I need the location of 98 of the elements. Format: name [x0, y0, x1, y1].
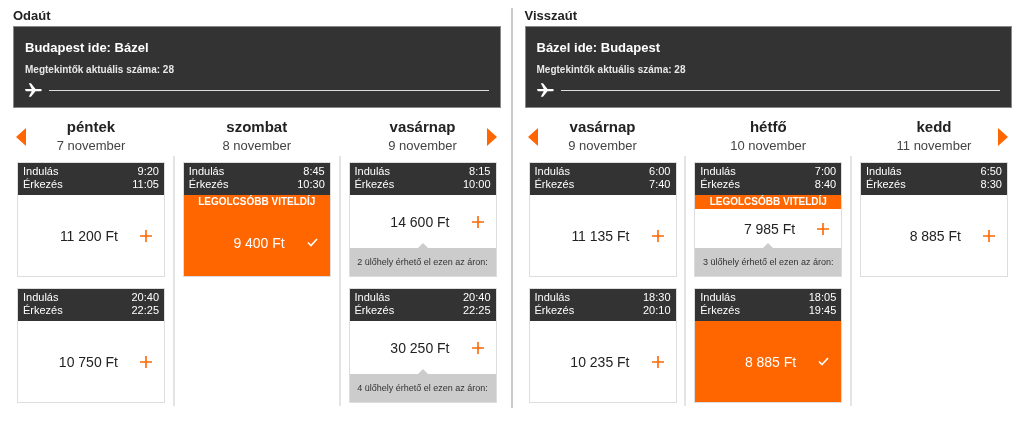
arrival-label: Érkezés [188, 178, 229, 191]
date-label: 7 november [56, 138, 126, 155]
flight-card[interactable]: Indulás 7:00 Érkezés 8:40 LEGOLCSÓBB VITELDÍJ 7 985 Ft 3 ülőhely érhető el ezen az áron: [694, 162, 843, 277]
section-title: Odaút [13, 7, 52, 25]
plus-icon[interactable] [471, 341, 484, 354]
arrival-label: Érkezés [23, 178, 63, 191]
flight-card[interactable]: Indulás 6:00 Érkezés 7:40 11 135 Ft [528, 162, 677, 277]
departure-time: 18:05 [808, 291, 837, 304]
departure-label: Indulás [354, 165, 390, 178]
flight-card[interactable]: Indulás 18:05 Érkezés 19:45 8 885 Ft [694, 288, 843, 403]
arrival-label: Érkezés [534, 178, 575, 191]
route-title: Budapest ide: Bázel [25, 40, 150, 55]
arrival-time: 22:25 [131, 304, 159, 317]
viewer-count: Megtekintők aktuális száma: 28 [25, 64, 175, 75]
departure-time: 7:00 [814, 165, 837, 178]
viewer-count: Megtekintők aktuális száma: 28 [536, 64, 687, 75]
day-name: péntek [66, 118, 116, 137]
day-name: kedd [916, 118, 952, 137]
departure-label: Indulás [700, 291, 736, 304]
arrival-label: Érkezés [534, 304, 575, 317]
fare-price: 10 750 Ft [58, 353, 118, 370]
departure-label: Indulás [23, 165, 59, 178]
arrival-label: Érkezés [354, 304, 395, 317]
fare-price: 7 985 Ft [743, 220, 796, 237]
arrival-time: 8:30 [980, 178, 1002, 191]
arrival-label: Érkezés [700, 304, 740, 317]
departure-label: Indulás [700, 165, 736, 178]
plane-icon [25, 82, 43, 98]
departure-label: Indulás [188, 165, 225, 178]
departure-label: Indulás [354, 291, 390, 304]
fare-price: 10 235 Ft [570, 353, 630, 370]
plus-icon[interactable] [983, 229, 995, 242]
flight-card[interactable]: Indulás 8:15 Érkezés 10:00 14 600 Ft 2 ülőhely érhető el ezen az áron: [348, 162, 497, 277]
check-icon [306, 238, 318, 247]
fare-price: 30 250 Ft [390, 339, 450, 356]
departure-label: Indulás [534, 291, 570, 304]
arrival-time: 19:45 [808, 304, 837, 317]
day-name: vasárnap [389, 118, 456, 137]
date-label: 9 november [388, 138, 457, 155]
departure-time: 18:30 [642, 291, 671, 304]
check-icon [818, 357, 830, 366]
route-title: Bázel ide: Budapest [536, 40, 662, 55]
day-name: szombat [226, 118, 288, 137]
previous-arrow[interactable] [16, 128, 26, 146]
fare-price: 11 200 Ft [59, 227, 118, 244]
arrival-time: 11:05 [132, 178, 159, 191]
flight-card[interactable]: Indulás 9:20 Érkezés 11:05 11 200 Ft [17, 162, 165, 277]
departure-time: 8:15 [469, 165, 491, 178]
fare-price: 9 400 Ft [233, 234, 285, 251]
next-arrow[interactable] [486, 128, 497, 146]
previous-arrow[interactable] [527, 128, 538, 146]
section-title: Visszaút [524, 7, 578, 25]
arrival-time: 22:25 [462, 304, 491, 317]
fare-price: 11 135 Ft [571, 227, 630, 244]
fare-price: 14 600 Ft [390, 213, 450, 230]
flight-card[interactable]: Indulás 18:30 Érkezés 20:10 10 235 Ft [528, 288, 677, 403]
day-name: hétfő [749, 118, 787, 137]
plus-icon[interactable] [817, 222, 830, 235]
arrival-label: Érkezés [866, 178, 906, 191]
departure-time: 20:40 [462, 291, 491, 304]
day-name: vasárnap [569, 118, 636, 137]
date-label: 11 november [896, 138, 972, 155]
arrival-time: 7:40 [649, 178, 671, 191]
seats-note: 2 ülőhely érhető el ezen az áron: [349, 243, 496, 276]
seats-note: 3 ülőhely érhető el ezen az áron: [695, 243, 842, 276]
departure-time: 6:50 [980, 165, 1002, 178]
flight-card[interactable]: Indulás 20:40 Érkezés 22:25 10 750 Ft [17, 288, 165, 403]
fare-price: 8 885 Ft [744, 353, 797, 370]
arrival-time: 10:30 [297, 178, 325, 191]
date-label: 9 november [568, 138, 637, 155]
arrival-label: Érkezés [23, 304, 63, 317]
departure-time: 20:40 [131, 291, 159, 304]
arrival-label: Érkezés [700, 178, 740, 191]
flight-card[interactable]: Indulás 20:40 Érkezés 22:25 30 250 Ft 4 ülőhely érhető el ezen az áron: [348, 288, 497, 403]
departure-time: 9:20 [137, 165, 159, 178]
seats-note: 4 ülőhely érhető el ezen az áron: [349, 369, 496, 402]
departure-time: 8:45 [303, 165, 325, 178]
departure-label: Indulás [534, 165, 570, 178]
date-label: 10 november [730, 138, 807, 155]
departure-label: Indulás [866, 165, 902, 178]
arrival-time: 8:40 [814, 178, 837, 191]
flight-card[interactable]: Indulás 8:45 Érkezés 10:30 LEGOLCSÓBB VITELDÍJ 9 400 Ft [182, 162, 331, 277]
plane-icon [536, 82, 555, 98]
departure-label: Indulás [23, 291, 59, 304]
flight-card[interactable]: Indulás 6:50 Érkezés 8:30 8 885 Ft [860, 162, 1008, 277]
plus-icon[interactable] [471, 215, 484, 228]
departure-time: 6:00 [649, 165, 671, 178]
plus-icon[interactable] [140, 229, 152, 242]
date-label: 8 november [222, 138, 292, 155]
next-arrow[interactable] [998, 128, 1008, 146]
plus-icon[interactable] [651, 229, 664, 242]
cheapest-fare-badge: LEGOLCSÓBB VITELDÍJ [695, 195, 842, 209]
fare-price: 8 885 Ft [909, 227, 961, 244]
arrival-label: Érkezés [354, 178, 395, 191]
plus-icon[interactable] [651, 355, 664, 368]
arrival-time: 20:10 [642, 304, 671, 317]
plus-icon[interactable] [140, 355, 152, 368]
arrival-time: 10:00 [462, 178, 491, 191]
